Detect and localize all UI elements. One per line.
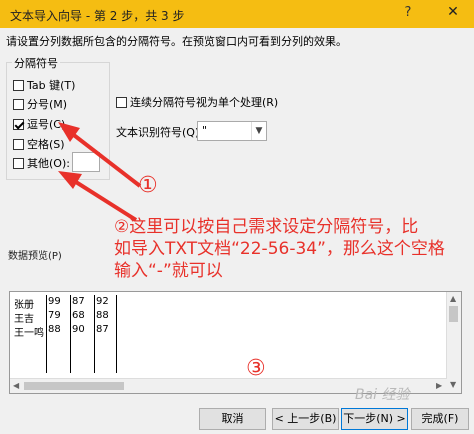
column-divider	[116, 295, 117, 373]
preview-cell: 79	[48, 310, 61, 321]
preview-cell: 90	[72, 324, 85, 335]
column-divider	[70, 295, 71, 373]
back-button[interactable]: < 上一步(B)	[272, 408, 339, 430]
annotation-line-1: ②这里可以按自己需求设定分隔符号，比	[114, 217, 419, 237]
vertical-scroll-thumb[interactable]	[449, 306, 458, 322]
finish-button[interactable]: 完成(F)	[411, 408, 469, 430]
preview-cell: 99	[48, 296, 61, 307]
scroll-up-icon[interactable]: ▲	[450, 294, 456, 303]
scroll-right-icon[interactable]: ▶	[436, 381, 442, 390]
preview-cell: 88	[48, 324, 61, 335]
preview-cell: 92	[96, 296, 109, 307]
column-divider	[46, 295, 47, 373]
arrow-to-other	[66, 175, 138, 222]
preview-cell: 68	[72, 310, 85, 321]
preview-cell: 张册	[14, 300, 34, 311]
preview-cell: 88	[96, 310, 109, 321]
preview-cell: 王一鸣	[14, 328, 44, 339]
cancel-button[interactable]: 取消	[199, 408, 266, 430]
arrow-head-other	[58, 171, 82, 189]
next-button[interactable]: 下一步(N) >	[341, 408, 408, 430]
preview-cell: 王吉	[14, 314, 34, 325]
scroll-left-icon[interactable]: ◀	[13, 381, 19, 390]
preview-cell: 87	[96, 324, 109, 335]
data-preview[interactable]: 张册 99 87 92 王吉 79 68 88 王一鸣 88 90 87 ▲ ▼…	[9, 291, 462, 394]
preview-vertical-scrollbar[interactable]: ▲ ▼	[446, 292, 461, 393]
preview-label: 数据预览(P)	[8, 251, 62, 262]
annotation-circle-1: ①	[138, 173, 158, 198]
scroll-down-icon[interactable]: ▼	[450, 380, 456, 389]
column-divider	[94, 295, 95, 373]
watermark-logo: Bai 经验	[355, 387, 410, 403]
preview-cell: 87	[72, 296, 85, 307]
annotation-line-2: 如导入TXT文档“22-56-34”，那么这个空格	[114, 239, 445, 259]
horizontal-scroll-thumb[interactable]	[24, 382, 124, 390]
annotation-circle-3: ③	[246, 356, 266, 381]
annotation-line-3: 输入“-”就可以	[114, 261, 223, 281]
